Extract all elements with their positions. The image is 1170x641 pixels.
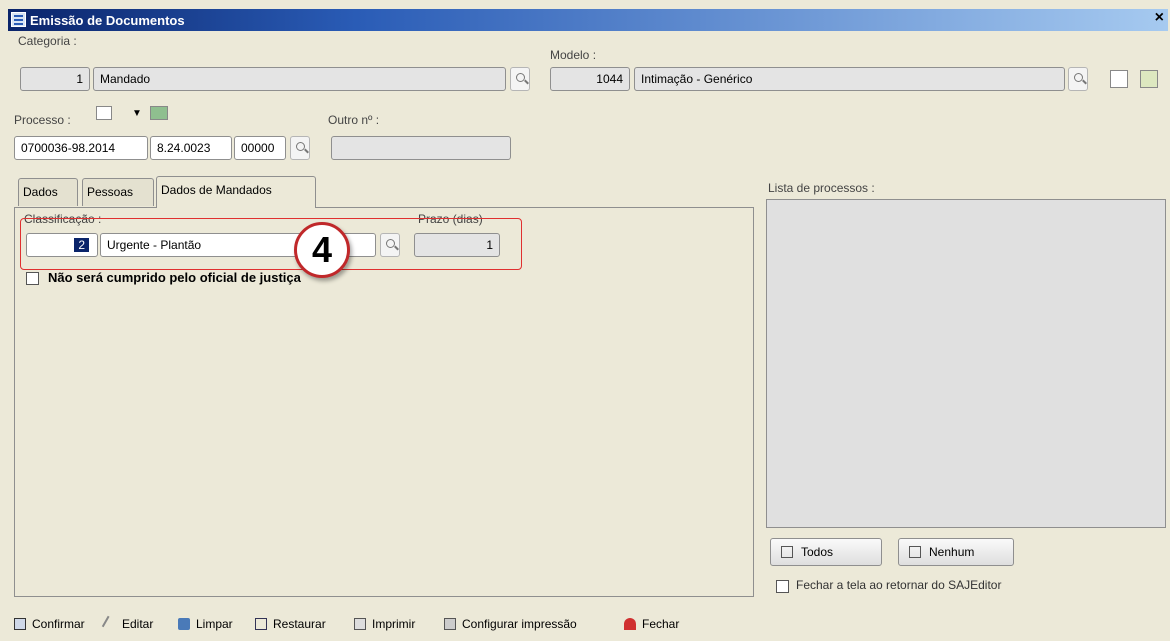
todos-button[interactable]: Todos (770, 538, 882, 566)
pencil-icon (101, 615, 119, 633)
restaurar-label: Restaurar (273, 617, 326, 631)
modelo-search-button[interactable] (1068, 67, 1088, 91)
edit-document-icon[interactable] (1140, 70, 1158, 88)
nao-cumprido-label: Não será cumprido pelo oficial de justiç… (48, 270, 301, 285)
modelo-code-field[interactable]: 1044 (550, 67, 630, 91)
process-type-icon[interactable] (96, 106, 112, 120)
tab-dados-label: Dados (23, 185, 58, 199)
app-icon (11, 12, 26, 27)
editar-button[interactable]: Editar (101, 615, 154, 633)
processo-origin-field[interactable]: 00000 (234, 136, 286, 160)
process-card-icon[interactable] (150, 106, 168, 120)
modelo-label: Modelo : (550, 48, 597, 62)
tab-dados[interactable]: Dados (18, 178, 78, 206)
imprimir-button[interactable]: Imprimir (354, 617, 415, 631)
fechar-button[interactable]: Fechar (624, 617, 679, 631)
tab-pessoas-label: Pessoas (87, 185, 134, 199)
window-titlebar: Emissão de Documentos (8, 9, 1168, 31)
categoria-name-field[interactable]: Mandado (93, 67, 506, 91)
close-icon[interactable]: × (1155, 10, 1164, 26)
tab-dados-de-mandados-label: Dados de Mandados (161, 183, 272, 197)
lista-processos-list[interactable] (766, 199, 1166, 528)
restore-icon (255, 618, 267, 630)
nenhum-label: Nenhum (929, 545, 975, 559)
tab-pessoas[interactable]: Pessoas (82, 178, 154, 206)
check-all-icon (781, 546, 793, 558)
search-icon (516, 73, 525, 82)
bottom-toolbar: Confirmar Editar Limpar Restaurar Imprim… (0, 610, 1170, 638)
nenhum-button[interactable]: Nenhum (898, 538, 1014, 566)
lista-processos-label: Lista de processos : (768, 181, 875, 195)
nao-cumprido-checkbox[interactable] (26, 272, 39, 285)
limpar-label: Limpar (196, 617, 233, 631)
processo-label: Processo : (14, 113, 71, 127)
tab-dados-de-mandados[interactable]: Dados de Mandados (156, 176, 316, 208)
outro-numero-label: Outro nº : (328, 113, 380, 127)
search-icon (296, 142, 305, 151)
categoria-label: Categoria : (18, 34, 77, 48)
save-icon (14, 618, 26, 630)
todos-label: Todos (801, 545, 834, 559)
search-icon (1074, 73, 1083, 82)
limpar-button[interactable]: Limpar (178, 617, 233, 631)
confirmar-label: Confirmar (32, 617, 85, 631)
step-number-badge: 4 (294, 222, 350, 278)
confirmar-button[interactable]: Confirmar (14, 617, 85, 631)
imprimir-label: Imprimir (372, 617, 416, 631)
configurar-impressao-label: Configurar impressão (462, 617, 577, 631)
fechar-tela-checkbox[interactable] (776, 580, 789, 593)
broom-icon (178, 618, 190, 630)
fechar-label: Fechar (642, 617, 680, 631)
processo-segment-field[interactable]: 8.24.0023 (150, 136, 232, 160)
fechar-tela-label: Fechar a tela ao retornar do SAJEditor (796, 578, 1002, 592)
categoria-code-field[interactable]: 1 (20, 67, 90, 91)
processo-number-field[interactable]: 0700036-98.2014 (14, 136, 148, 160)
restaurar-button[interactable]: Restaurar (255, 617, 326, 631)
printer-icon (354, 618, 366, 630)
processo-search-button[interactable] (290, 136, 310, 160)
modelo-name-field[interactable]: Intimação - Genérico (634, 67, 1065, 91)
configurar-impressao-button[interactable]: Configurar impressão (444, 617, 577, 631)
categoria-search-button[interactable] (510, 67, 530, 91)
highlight-box (20, 218, 522, 270)
window-title: Emissão de Documentos (30, 13, 185, 28)
preview-document-icon[interactable] (1110, 70, 1128, 88)
outro-numero-field[interactable] (331, 136, 511, 160)
exit-icon (624, 618, 636, 630)
chevron-down-icon[interactable]: ▼ (132, 108, 142, 119)
uncheck-all-icon (909, 546, 921, 558)
editar-label: Editar (122, 617, 154, 631)
printer-settings-icon (444, 618, 456, 630)
